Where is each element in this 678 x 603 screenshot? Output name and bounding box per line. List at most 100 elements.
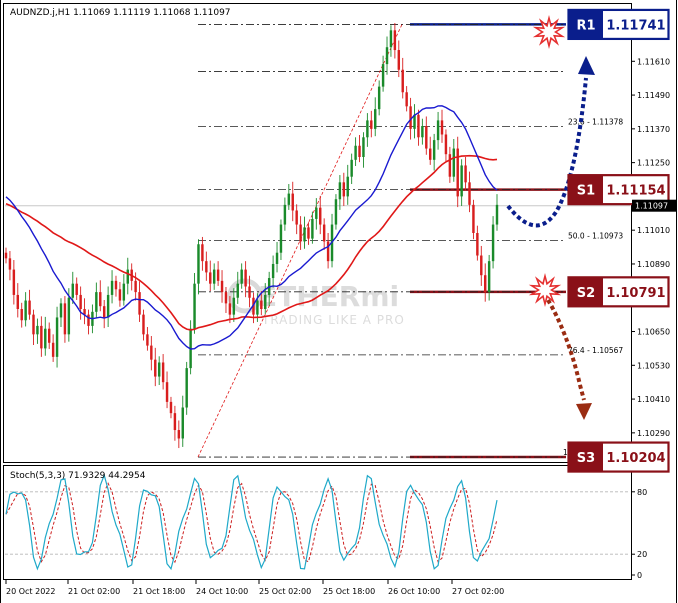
candle-bull [193,283,196,329]
candle-bear [134,280,137,293]
fibo-label: 50.0 - 1.10973 [568,232,623,241]
candle-bear [51,342,55,357]
candle-bull [346,176,349,197]
candle-bear [99,292,102,307]
candle-bear [322,224,326,242]
price-tick-label: 1.11250 [637,159,670,168]
level-value-s2: 1.10791 [606,286,665,301]
candle-bull [495,204,499,225]
candle-bull [338,182,342,200]
stoch-tick-label: 20 [637,550,647,559]
candle-bear [75,283,78,295]
candle-bull [236,283,239,298]
candle-bull [362,137,365,157]
candle-bear [472,204,475,233]
candle-bear [118,289,122,301]
candle-bear [370,120,373,129]
candle-bull [303,227,306,242]
price-tick-label: 1.11610 [637,57,670,66]
candle-bear [295,210,298,225]
trading-chart: ETHERmiTRADING LIKE A PRO 23.6 - 1.11378… [0,0,677,603]
price-tick-label: 1.11010 [637,226,670,235]
candle-bear [205,261,208,273]
candle-bull [374,109,377,129]
candle-bear [154,359,157,377]
price-tick-label: 1.10890 [637,260,670,269]
candle-bear [87,314,90,326]
candle-bear [28,300,31,315]
candle-bear [12,269,16,295]
candle-bear [425,126,428,149]
candle-bull [452,148,456,177]
candle-bear [209,272,212,284]
candle-bear [468,182,471,205]
candle-bear [291,193,294,211]
candle-bear [429,148,432,160]
price-tick-label: 1.10650 [637,328,670,337]
candle-bear [138,292,141,315]
candle-bull [287,193,291,205]
candle-bear [177,430,181,439]
fibo-label: 23.6 - 1.11378 [568,118,623,127]
symbol-info: AUDNZD.j,H1 1.11069 1.11119 1.11068 1.11… [10,8,231,18]
fibo-label: 76.4 - 1.10567 [568,346,623,355]
candle-bull [354,145,357,160]
candle-bull [232,297,236,315]
time-tick-label: 24 Oct 10:00 [196,587,248,596]
level-name-r1: R1 [576,18,595,33]
candle-bear [456,148,459,197]
candle-bear [448,154,452,177]
candle-bull [110,280,114,295]
time-tick-label: 26 Oct 10:00 [388,587,440,596]
main-pane-frame [3,3,632,463]
candle-bull [59,303,63,318]
stoch-info: Stoch(5,3,3) 71.9329 44.2954 [10,471,146,481]
candle-bear [224,292,228,304]
candle-bear [319,207,322,225]
candle-bear [326,241,330,262]
candle-bull [436,120,440,141]
candle-bull [157,362,161,377]
candle-bull [491,224,495,262]
candle-bull [432,140,436,160]
stoch-tick-label: 80 [637,488,647,497]
candle-bear [201,244,204,262]
candle-bear [483,275,487,293]
candle-bear [146,334,149,346]
candle-bear [20,309,23,321]
candle-bull [24,300,27,321]
price-tick-label: 1.11490 [637,91,670,100]
candle-bear [228,303,232,315]
time-tick-label: 21 Oct 18:00 [133,587,185,596]
candle-bear [79,294,82,309]
candle-bull [385,47,389,65]
candle-bull [181,407,184,439]
candle-bear [114,280,118,290]
time-tick-label: 25 Oct 18:00 [323,587,375,596]
candle-bear [464,165,467,183]
candle-bear [142,314,145,335]
candle-bull [256,300,259,315]
candle-bull [366,120,369,138]
candle-bear [405,92,408,107]
price-tick-label: 1.11370 [637,125,670,134]
candle-bear [401,69,404,93]
candle-bull [106,294,110,318]
candle-bear [476,233,479,256]
candle-bull [44,328,47,349]
candle-bull [334,199,338,225]
candle-bull [315,207,318,219]
candle-bear [102,306,106,318]
candle-bear [260,300,263,309]
candle-bear [440,120,444,135]
candle-bear [393,30,397,51]
candle-bull [122,283,126,301]
candle-bear [480,255,483,276]
candle-bull [126,269,129,284]
candle-bull [389,30,393,48]
candle-bear [40,325,43,349]
candle-bull [381,64,385,87]
candle-bear [417,114,420,138]
candle-bear [4,252,8,259]
candle-bear [8,258,12,270]
